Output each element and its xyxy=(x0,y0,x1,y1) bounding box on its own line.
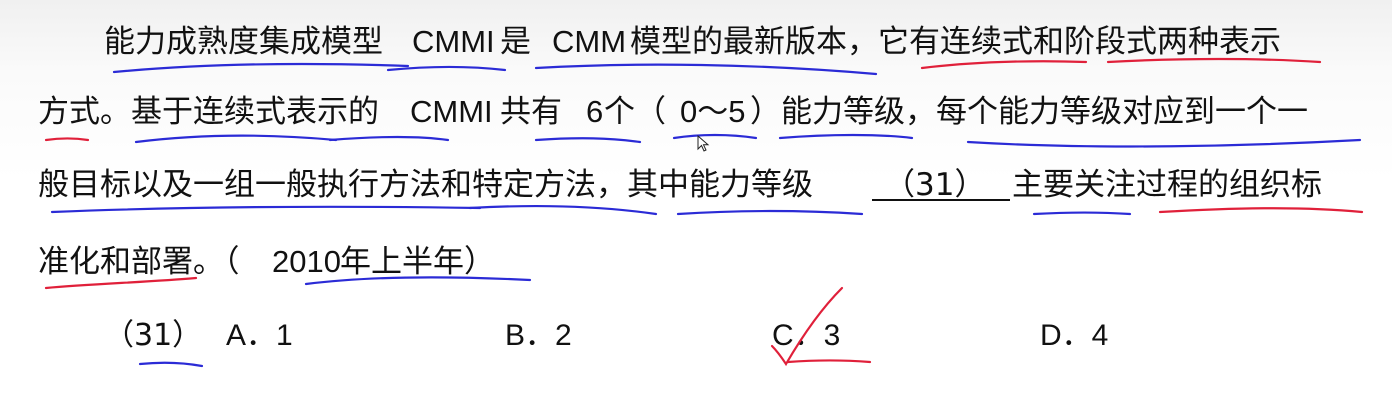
question-text-segment: 主要关注过程的组织标 xyxy=(1012,167,1322,203)
question-text-segment: 方式。基于连续式表示的 xyxy=(38,94,379,130)
question-line-3: 般目标以及一组一般执行方法和特定方法，其中能力等级 （31） 主要关注过程的组织… xyxy=(0,155,1392,215)
option-d[interactable]: D．4 xyxy=(1040,306,1108,366)
question-text-segment: 0～5 xyxy=(680,94,746,129)
question-text-segment: 2010 xyxy=(272,244,341,279)
question-line-2: 方式。基于连续式表示的 CMMI 共有 6 个（ 0～5 ）能力等级，每个能力等… xyxy=(0,82,1392,142)
question-text-segment: 准化和部署。（ xyxy=(38,244,240,280)
question-text-segment: 个（ xyxy=(604,94,666,130)
question-document: 能力成熟度集成模型 CMMI 是 CMM 模型的最新版本，它有连续式和阶段式两种… xyxy=(0,0,1392,406)
question-text-segment: 共有 xyxy=(500,94,562,130)
question-text-segment: 是 xyxy=(500,24,531,60)
blank-number: （31） xyxy=(884,167,986,203)
option-b[interactable]: B．2 xyxy=(505,306,572,366)
answer-options: （31） A．1 B．2 C．3 D．4 xyxy=(0,306,1392,366)
question-text-segment: CMMI xyxy=(412,24,495,59)
question-text-segment: 能力成熟度集成模型 xyxy=(104,24,383,60)
question-line-4: 准化和部署。（ 2010 年上半年） xyxy=(0,232,1392,292)
question-text-segment: 模型的最新版本，它有连续式和阶段式两种表示 xyxy=(630,24,1281,60)
question-line-1: 能力成熟度集成模型 CMMI 是 CMM 模型的最新版本，它有连续式和阶段式两种… xyxy=(0,12,1392,72)
option-number: （31） xyxy=(104,318,203,353)
question-text-segment: CMM xyxy=(552,24,627,59)
question-text-segment: 年上半年） xyxy=(340,244,495,280)
question-text-segment: CMMI xyxy=(410,94,493,129)
question-text-segment: 6 xyxy=(586,94,604,129)
option-a[interactable]: A．1 xyxy=(226,306,293,366)
mouse-cursor-icon xyxy=(697,135,710,152)
option-c[interactable]: C．3 xyxy=(772,306,840,366)
question-text-segment: ）能力等级，每个能力等级对应到一个一 xyxy=(750,94,1308,130)
question-text-segment: 般目标以及一组一般执行方法和特定方法，其中能力等级 xyxy=(38,167,813,203)
